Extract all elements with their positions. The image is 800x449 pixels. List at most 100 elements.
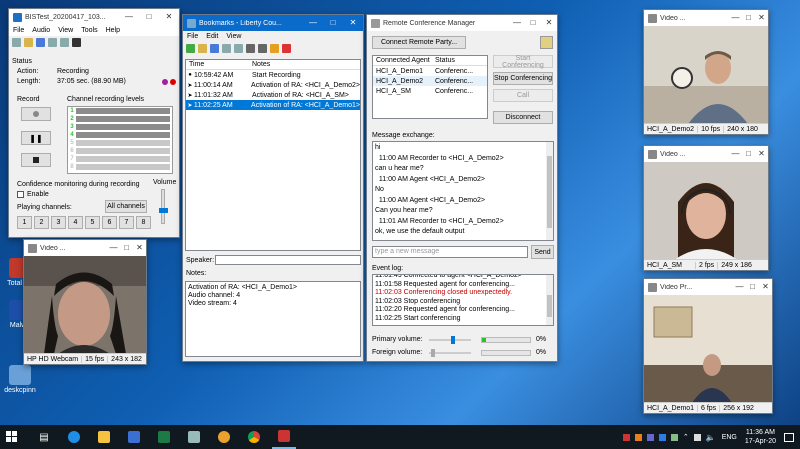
- bookmark-row[interactable]: ➤ 11:00:14 AM Activation of RA: <HCI_A_Dem…: [186, 80, 360, 90]
- start-conferencing-button[interactable]: Start Conferencing: [493, 55, 553, 69]
- taskbar-chrome[interactable]: [242, 425, 266, 449]
- pencil-icon[interactable]: [270, 43, 279, 53]
- save-icon[interactable]: [210, 43, 219, 53]
- maximize-icon[interactable]: □: [120, 240, 133, 256]
- minimize-icon[interactable]: —: [733, 279, 746, 295]
- open-icon[interactable]: [24, 37, 33, 47]
- agent-row[interactable]: HCI_A_SM Conferenc...: [373, 86, 487, 96]
- lock-icon[interactable]: [540, 36, 553, 49]
- channel-button[interactable]: 7: [119, 216, 134, 229]
- bookmark-row[interactable]: ● 10:59:42 AM Start Recording: [186, 70, 360, 80]
- scrollbar-thumb[interactable]: [547, 295, 552, 317]
- minimize-icon[interactable]: —: [729, 10, 742, 26]
- taskbar-app1[interactable]: [122, 425, 146, 449]
- agent-row[interactable]: HCI_A_Demo1 Conferenc...: [373, 66, 487, 76]
- send-button[interactable]: Send: [531, 245, 554, 259]
- stop-button[interactable]: [21, 153, 51, 167]
- taskbar-edge[interactable]: [62, 425, 86, 449]
- bookmark-row[interactable]: ➤ 11:01:32 AM Activation of RA: <HCI_A_SM>: [186, 90, 360, 100]
- col-notes[interactable]: Notes: [252, 61, 270, 68]
- close-icon[interactable]: ✕: [133, 240, 146, 256]
- play-icon[interactable]: [72, 37, 81, 47]
- tray-app-icon[interactable]: [658, 433, 666, 441]
- connect-remote-party-button[interactable]: Connect Remote Party...: [372, 36, 466, 49]
- foreign-volume-slider[interactable]: [429, 349, 471, 357]
- speaker-field[interactable]: [215, 255, 361, 265]
- maximize-icon[interactable]: □: [139, 9, 159, 25]
- stop-conferencing-button[interactable]: Stop Conferencing: [493, 72, 553, 85]
- taskbar-app2[interactable]: [182, 425, 206, 449]
- close-icon[interactable]: ✕: [159, 9, 179, 25]
- add-bookmark-icon[interactable]: [186, 43, 195, 53]
- volume-thumb[interactable]: [159, 208, 168, 213]
- delete-icon[interactable]: [282, 43, 291, 53]
- open-icon[interactable]: [198, 43, 207, 53]
- close-icon[interactable]: ✕: [541, 15, 557, 31]
- record-button[interactable]: [21, 107, 51, 121]
- chevron-up-icon[interactable]: ⌃: [683, 433, 689, 441]
- volume-slider[interactable]: [159, 189, 168, 224]
- new-icon[interactable]: [12, 37, 21, 47]
- close-icon[interactable]: ✕: [755, 10, 768, 26]
- close-icon[interactable]: ✕: [759, 279, 772, 295]
- menu-help[interactable]: Help: [106, 27, 120, 34]
- notes-area[interactable]: Activation of RA: <HCI_A_Demo1> Audio cha…: [185, 281, 361, 357]
- tray-app-icon[interactable]: [646, 433, 654, 441]
- channel-button[interactable]: 1: [17, 216, 32, 229]
- maximize-icon[interactable]: □: [746, 279, 759, 295]
- slider-thumb[interactable]: [451, 336, 455, 344]
- desktop-icon-deskcpinn[interactable]: deskcpinn: [0, 365, 40, 394]
- menu-tools[interactable]: Tools: [81, 27, 97, 34]
- tray-app-icon[interactable]: [634, 433, 642, 441]
- agent-row[interactable]: HCI_A_Demo2 Conferenc...: [373, 76, 487, 86]
- message-scrollbar[interactable]: [546, 142, 553, 240]
- taskbar-excel[interactable]: [152, 425, 176, 449]
- volume-icon[interactable]: 🔈: [706, 433, 716, 442]
- video-titlebar[interactable]: Video ... — □ ✕: [644, 10, 768, 26]
- network-icon[interactable]: [693, 433, 701, 441]
- minimize-icon[interactable]: —: [119, 9, 139, 25]
- maximize-icon[interactable]: □: [742, 10, 755, 26]
- col-time[interactable]: Time: [186, 61, 252, 68]
- bookmark-icon[interactable]: [48, 37, 57, 47]
- channel-button[interactable]: 3: [51, 216, 66, 229]
- video-titlebar[interactable]: Video ... — □ ✕: [644, 146, 768, 162]
- message-input[interactable]: type a new message: [372, 246, 528, 258]
- settings-icon[interactable]: [60, 37, 69, 47]
- start-button[interactable]: [0, 425, 24, 449]
- scrollbar-thumb[interactable]: [547, 156, 552, 228]
- copy-icon[interactable]: [222, 43, 231, 53]
- menu-file[interactable]: File: [187, 33, 198, 40]
- redo-icon[interactable]: [258, 43, 267, 53]
- call-button[interactable]: Call: [493, 89, 553, 102]
- maximize-icon[interactable]: □: [742, 146, 755, 162]
- recorder-titlebar[interactable]: BISTest_20200417_103... — □ ✕: [9, 9, 179, 25]
- channel-button[interactable]: 6: [102, 216, 117, 229]
- menu-file[interactable]: File: [13, 27, 24, 34]
- menu-view[interactable]: View: [226, 33, 241, 40]
- taskbar-app4[interactable]: [272, 425, 296, 449]
- channel-button[interactable]: 8: [136, 216, 151, 229]
- bookmark-row[interactable]: ➤ 11:02:25 AM Activation of RA: <HCI_A_Dem…: [186, 100, 360, 110]
- minimize-icon[interactable]: —: [509, 15, 525, 31]
- video-titlebar[interactable]: Video Pr... — □ ✕: [644, 279, 772, 295]
- language-indicator[interactable]: ENG: [722, 434, 737, 441]
- enable-checkbox[interactable]: [17, 191, 24, 198]
- slider-thumb[interactable]: [431, 349, 435, 357]
- task-view-button[interactable]: ▤: [32, 425, 56, 449]
- col-agent[interactable]: Connected Agent: [373, 57, 435, 64]
- bookmarks-titlebar[interactable]: Bookmarks - Liberty Cou... — □ ✕: [183, 15, 363, 31]
- maximize-icon[interactable]: □: [323, 15, 343, 31]
- channel-button[interactable]: 2: [34, 216, 49, 229]
- menu-audio[interactable]: Audio: [32, 27, 50, 34]
- channel-button[interactable]: 4: [68, 216, 83, 229]
- paste-icon[interactable]: [234, 43, 243, 53]
- video-titlebar[interactable]: Video ... — □ ✕: [24, 240, 146, 256]
- tray-app-icon[interactable]: [670, 433, 678, 441]
- clock[interactable]: 11:36 AM 17-Apr-20: [745, 428, 776, 446]
- minimize-icon[interactable]: —: [303, 15, 323, 31]
- notifications-icon[interactable]: [784, 432, 794, 442]
- save-icon[interactable]: [36, 37, 45, 47]
- taskbar-explorer[interactable]: [92, 425, 116, 449]
- col-status[interactable]: Status: [435, 57, 455, 64]
